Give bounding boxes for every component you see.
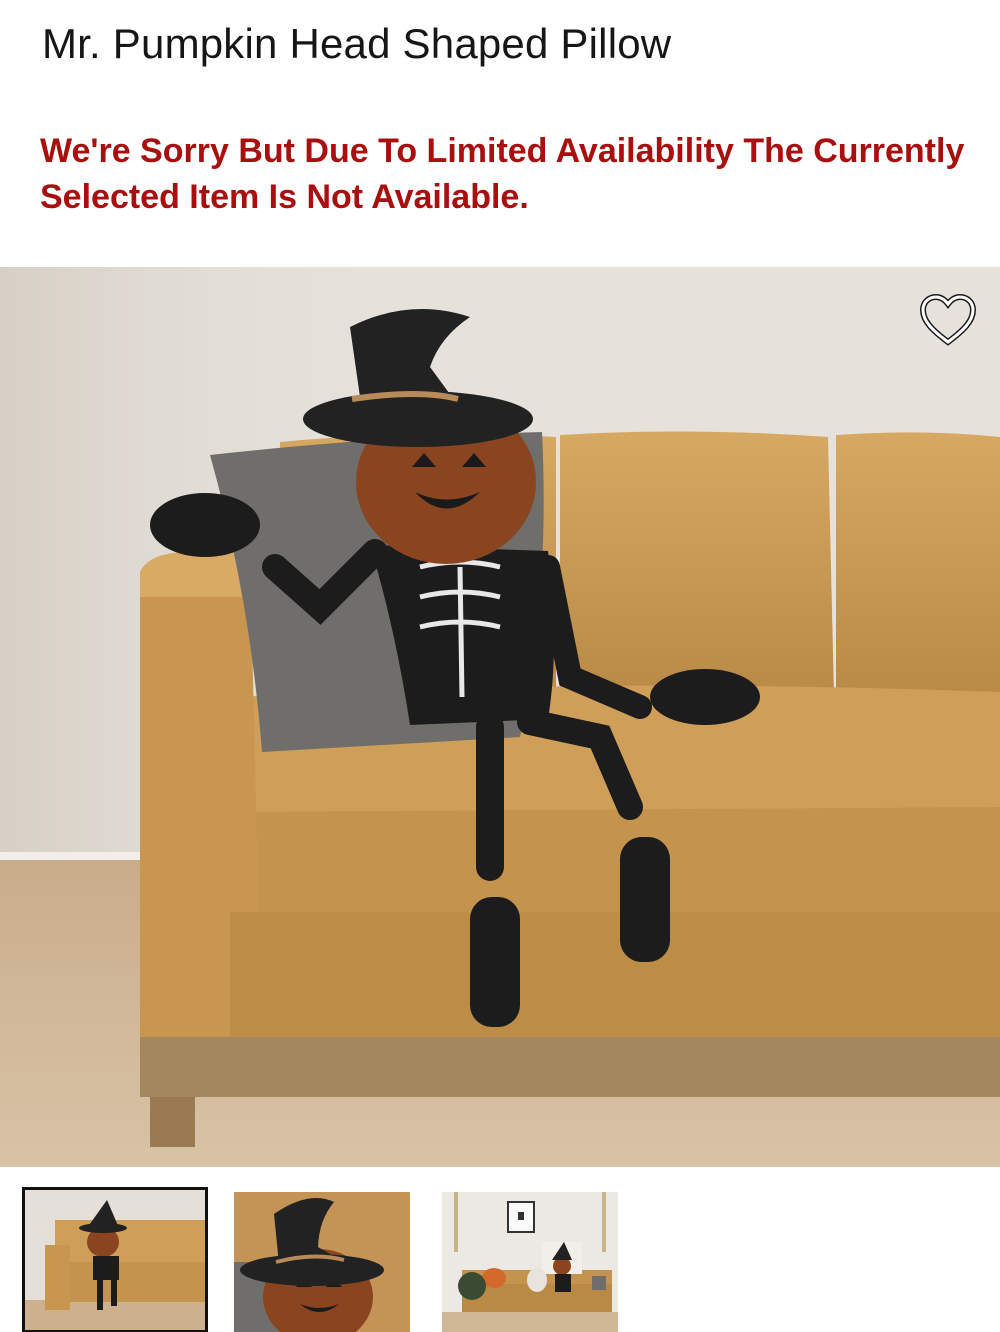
availability-alert: We're Sorry But Due To Limited Availabil…	[40, 132, 965, 216]
thumbnail-strip	[0, 1186, 1000, 1332]
heart-outline-icon[interactable]	[918, 292, 978, 348]
thumbnail-3[interactable]	[442, 1192, 618, 1332]
thumbnail-2[interactable]	[234, 1192, 410, 1332]
thumbnail-1[interactable]	[22, 1187, 208, 1332]
product-title: Mr. Pumpkin Head Shaped Pillow	[42, 20, 672, 67]
main-product-image[interactable]	[0, 267, 1000, 1167]
